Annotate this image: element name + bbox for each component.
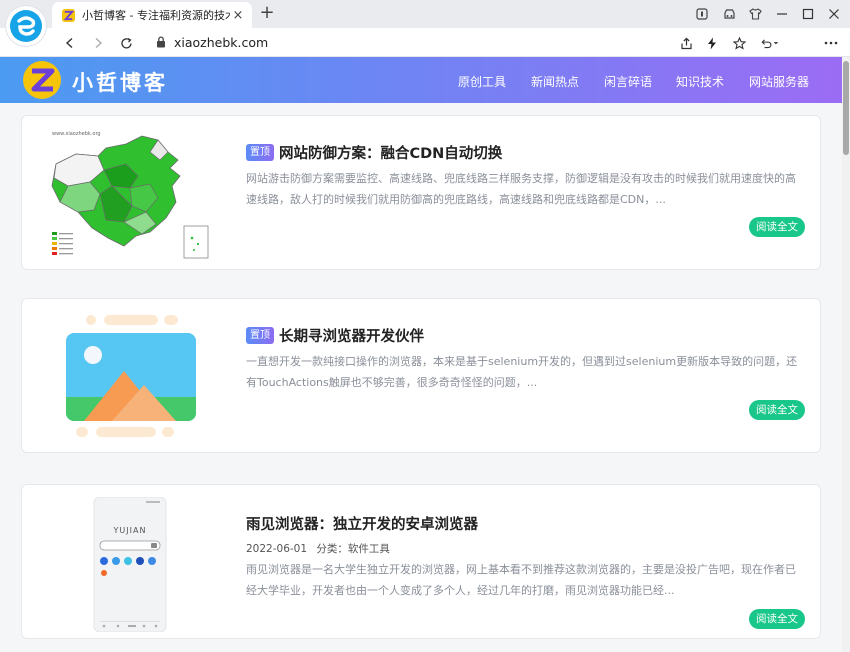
post-meta: 2022-06-01 分类：软件工具 <box>246 541 390 556</box>
placeholder-image-icon[interactable] <box>46 309 216 444</box>
nav-server[interactable]: 网站服务器 <box>749 73 809 90</box>
tab-actions-icon[interactable] <box>693 5 711 23</box>
post-list: www.xiaozhebk.org 置顶 网站防御方案：融合CDN自动切换 网站… <box>0 103 842 652</box>
title-bar: 小哲博客 - 专注福利资源的技术博 × + <box>0 0 850 28</box>
nav-original-tools[interactable]: 原创工具 <box>458 73 506 90</box>
forward-button[interactable] <box>88 33 108 53</box>
app-screenshot-thumbnail[interactable]: YUJIAN <box>46 497 216 632</box>
site-header: 小哲博客 原创工具 新闻热点 闲言碎语 知识技术 网站服务器 <box>0 57 842 103</box>
shirt-icon[interactable] <box>746 5 764 23</box>
post-excerpt: 网站游击防御方案需要监控、高速线路、兜底线路三样服务支撑，防御逻辑是没有攻击的时… <box>246 172 796 206</box>
post-title[interactable]: 置顶 网站防御方案：融合CDN自动切换 <box>246 142 502 163</box>
post-date: 2022-06-01 <box>246 543 308 555</box>
browser-tab[interactable]: 小哲博客 - 专注福利资源的技术博 × <box>52 2 252 28</box>
map-caption: www.xiaozhebk.org <box>52 131 101 137</box>
pinned-badge: 置顶 <box>246 327 274 344</box>
post-title-text[interactable]: 长期寻浏览器开发伙伴 <box>279 325 424 346</box>
post-card[interactable]: 置顶 长期寻浏览器开发伙伴 一直想开发一款纯接口操作的浏览器，本来是基于sele… <box>21 298 821 453</box>
post-title-text[interactable]: 网站防御方案：融合CDN自动切换 <box>279 142 502 163</box>
yujian-brand: YUJIAN <box>113 526 147 535</box>
site-favicon-icon <box>62 8 75 22</box>
scrollbar-thumb[interactable] <box>843 61 849 155</box>
favorite-star-icon[interactable] <box>729 33 749 53</box>
minimize-icon[interactable] <box>773 5 791 23</box>
lock-icon[interactable] <box>156 36 166 48</box>
post-card[interactable]: www.xiaozhebk.org 置顶 网站防御方案：融合CDN自动切换 网站… <box>21 115 821 270</box>
reload-button[interactable] <box>116 33 136 53</box>
close-window-icon[interactable] <box>825 5 843 23</box>
post-card[interactable]: YUJIAN 雨见浏览器：独立开发的安卓浏览器 2022-06-01 分类：软件… <box>21 484 821 639</box>
pinned-badge: 置顶 <box>246 144 274 161</box>
more-menu-icon[interactable] <box>821 33 841 53</box>
post-title-text[interactable]: 雨见浏览器：独立开发的安卓浏览器 <box>246 513 478 534</box>
read-more-button[interactable]: 阅读全文 <box>749 400 805 420</box>
tab-close-icon[interactable]: × <box>230 8 246 23</box>
new-tab-button[interactable]: + <box>257 4 277 24</box>
url-text[interactable]: xiaozhebk.com <box>174 35 268 50</box>
nav-chatter[interactable]: 闲言碎语 <box>604 73 652 90</box>
site-name[interactable]: 小哲博客 <box>72 67 168 97</box>
nav-knowledge[interactable]: 知识技术 <box>676 73 724 90</box>
share-icon[interactable] <box>676 33 696 53</box>
lightning-icon[interactable] <box>702 33 722 53</box>
read-more-button[interactable]: 阅读全文 <box>749 609 805 629</box>
address-bar-row: xiaozhebk.com <box>0 28 850 57</box>
tab-title: 小哲博客 - 专注福利资源的技术博 <box>82 9 230 22</box>
post-title[interactable]: 雨见浏览器：独立开发的安卓浏览器 <box>246 513 478 534</box>
post-excerpt: 一直想开发一款纯接口操作的浏览器，本来是基于selenium开发的，但遇到过se… <box>246 355 798 389</box>
page-scrollbar[interactable] <box>842 57 850 652</box>
maximize-icon[interactable] <box>799 5 817 23</box>
undo-dropdown-icon[interactable] <box>760 33 780 53</box>
read-more-button[interactable]: 阅读全文 <box>749 217 805 237</box>
back-button[interactable] <box>60 33 80 53</box>
collections-icon[interactable] <box>720 5 738 23</box>
china-map-thumbnail[interactable]: www.xiaozhebk.org <box>46 126 216 261</box>
site-logo-icon[interactable] <box>22 60 62 100</box>
post-excerpt: 雨见浏览器是一名大学生独立开发的浏览器，网上基本看不到推荐这款浏览器的，主要是没… <box>246 563 796 597</box>
browser-logo-icon[interactable] <box>6 6 46 46</box>
post-title[interactable]: 置顶 长期寻浏览器开发伙伴 <box>246 325 424 346</box>
post-category[interactable]: 分类：软件工具 <box>316 543 390 555</box>
nav-news[interactable]: 新闻热点 <box>531 73 579 90</box>
